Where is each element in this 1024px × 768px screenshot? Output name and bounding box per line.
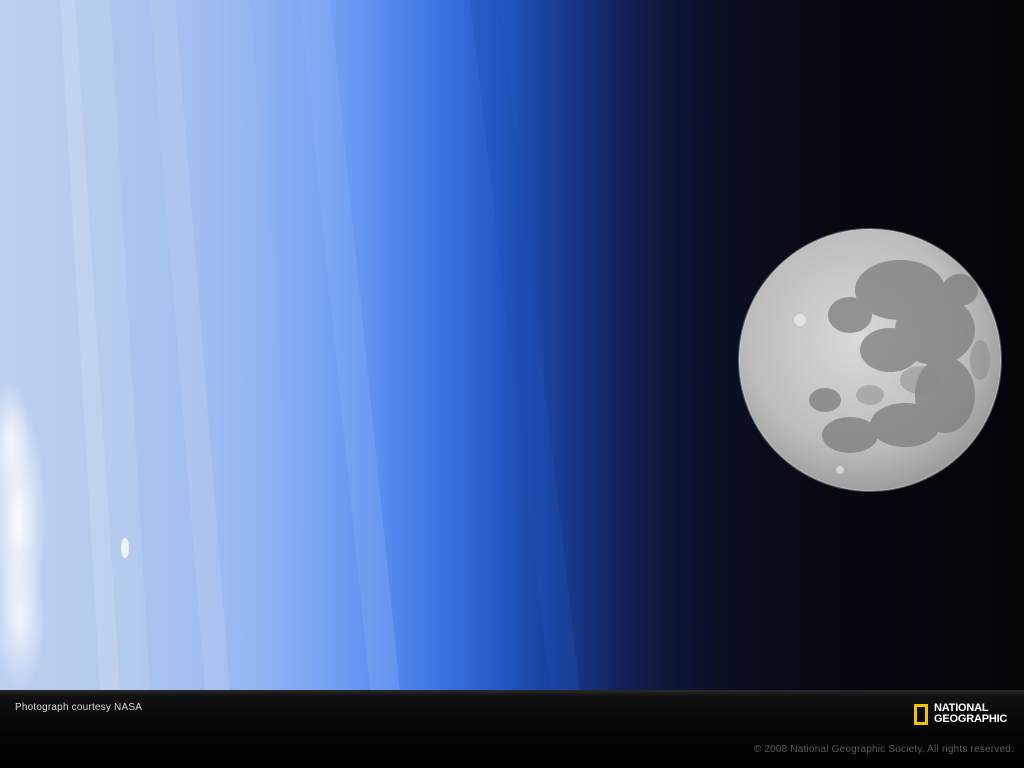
logo-line-2: GEOGRAPHIC (934, 713, 1008, 725)
photo-credit: Photograph courtesy NASA (15, 702, 143, 713)
wallpaper: Photograph courtesy NASA NATIONAL GEOGRA… (0, 0, 1024, 768)
national-geographic-logo: NATIONAL GEOGRAPHIC (914, 700, 1007, 728)
logo-wordmark: NATIONAL GEOGRAPHIC (934, 703, 1007, 725)
footer-bar: Photograph courtesy NASA NATIONAL GEOGRA… (0, 690, 1024, 768)
earth-limb-photo (0, 0, 1024, 690)
copyright-notice: © 2008 National Geographic Society. All … (753, 744, 1014, 755)
moon (738, 228, 1002, 492)
yellow-rectangle-frame-icon (914, 703, 928, 725)
